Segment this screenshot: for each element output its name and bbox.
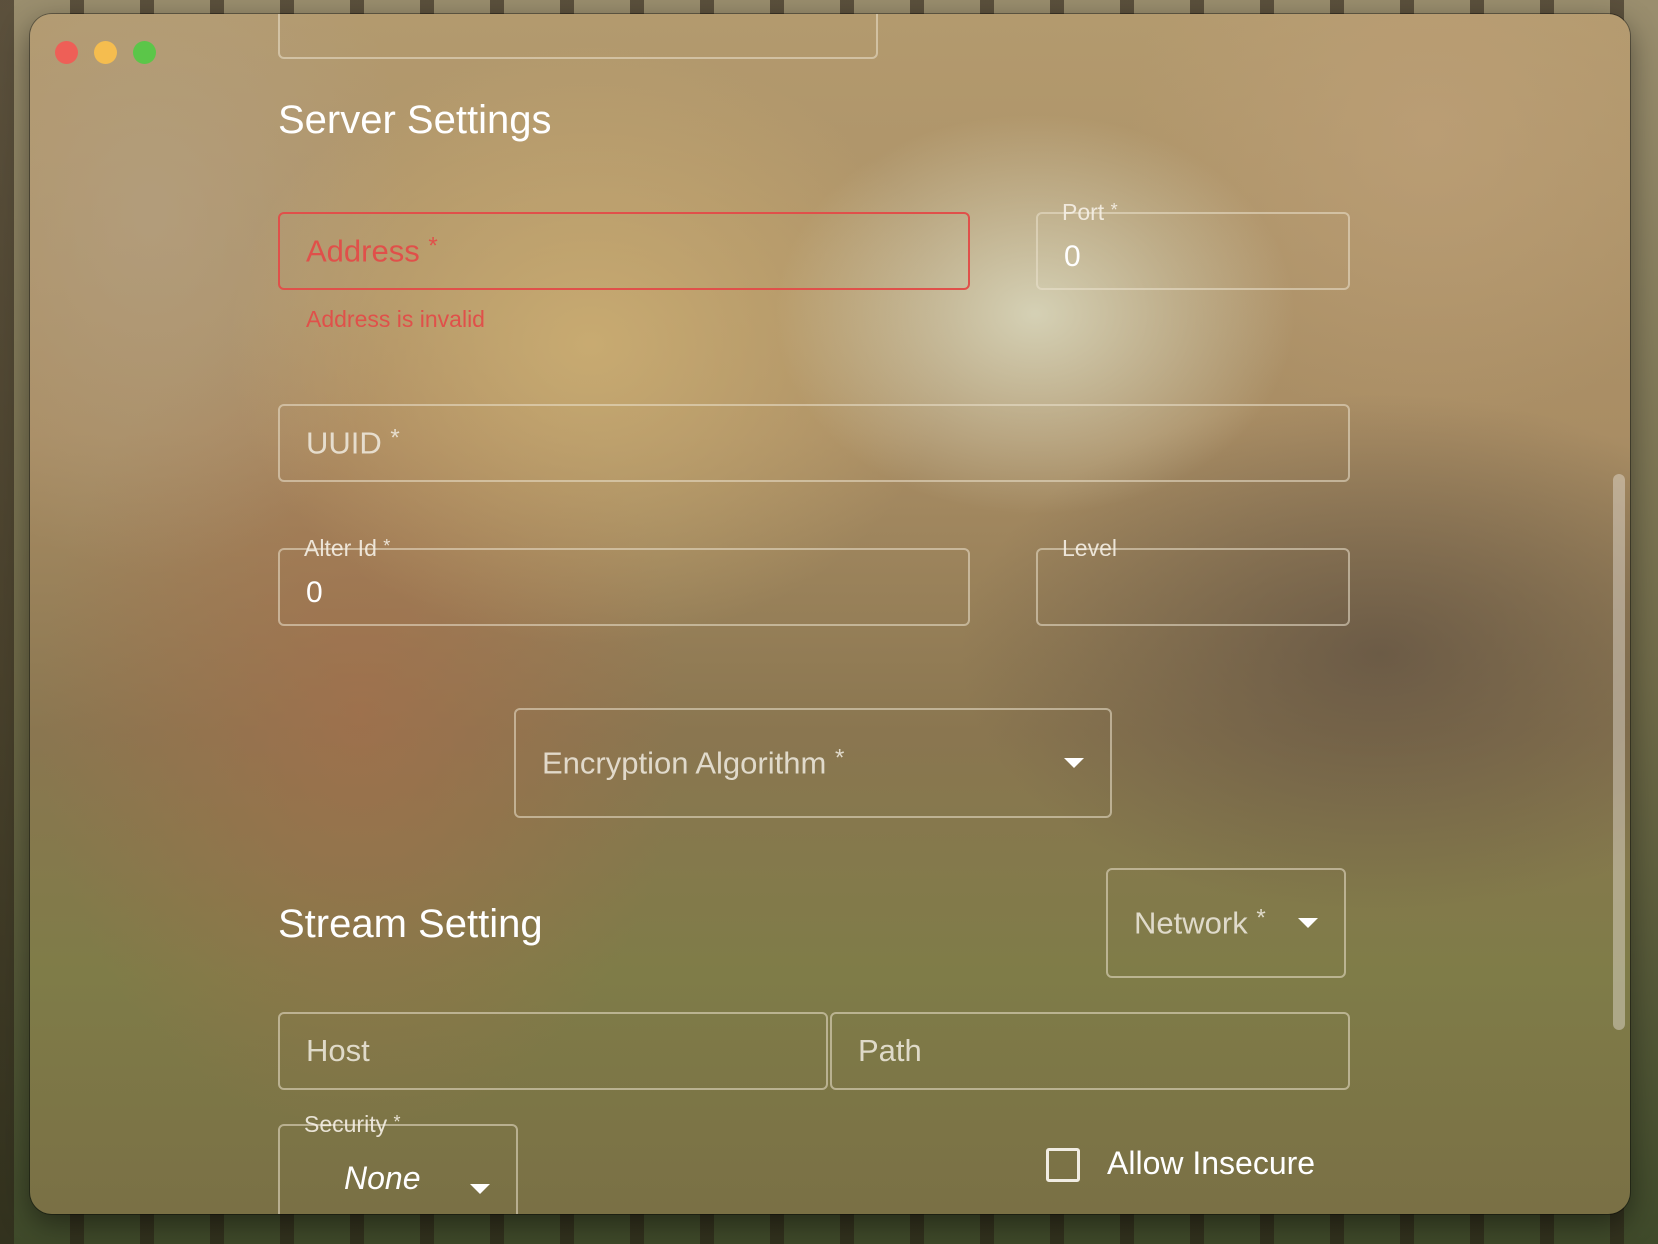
alter-id-label: Alter Id * bbox=[304, 535, 391, 561]
uuid-input[interactable]: UUID * bbox=[278, 404, 1350, 482]
close-window-button[interactable] bbox=[55, 41, 78, 64]
address-placeholder: Address * bbox=[306, 233, 438, 270]
alter-id-input[interactable]: Alter Id * 0 bbox=[278, 535, 970, 626]
address-error-message: Address is invalid bbox=[306, 306, 485, 332]
server-settings-heading: Server Settings bbox=[278, 98, 552, 142]
address-label: Address bbox=[306, 233, 420, 269]
stream-setting-heading: Stream Setting bbox=[278, 902, 543, 946]
allow-insecure-checkbox[interactable] bbox=[1046, 1148, 1080, 1182]
minimize-window-button[interactable] bbox=[94, 41, 117, 64]
chevron-down-icon bbox=[1064, 758, 1084, 768]
path-placeholder: Path bbox=[858, 1033, 922, 1068]
encryption-algorithm-placeholder: Encryption Algorithm * bbox=[542, 745, 844, 782]
host-placeholder: Host bbox=[306, 1033, 370, 1068]
chevron-down-icon bbox=[470, 1184, 490, 1194]
path-input[interactable]: Path bbox=[830, 1012, 1350, 1090]
uuid-label: UUID bbox=[306, 425, 382, 461]
alter-id-value: 0 bbox=[306, 576, 323, 609]
network-select[interactable]: Network * bbox=[1106, 868, 1346, 978]
security-label: Security * bbox=[304, 1111, 401, 1137]
previous-field-partial[interactable] bbox=[278, 14, 878, 59]
vertical-scrollbar[interactable] bbox=[1613, 474, 1625, 1030]
allow-insecure-label[interactable]: Allow Insecure bbox=[1107, 1145, 1315, 1182]
port-value: 0 bbox=[1064, 240, 1081, 273]
network-placeholder: Network * bbox=[1134, 905, 1266, 942]
encryption-algorithm-select[interactable]: Encryption Algorithm * bbox=[514, 708, 1112, 818]
port-label: Port * bbox=[1062, 199, 1118, 225]
security-select[interactable]: Security * None bbox=[278, 1111, 518, 1214]
port-input[interactable]: Port * 0 bbox=[1036, 199, 1350, 290]
uuid-required-mark: * bbox=[390, 424, 400, 452]
address-input[interactable]: Address * bbox=[278, 212, 970, 290]
chevron-down-icon bbox=[1298, 918, 1318, 928]
uuid-placeholder: UUID * bbox=[306, 425, 400, 462]
network-label: Network bbox=[1134, 905, 1248, 941]
app-window: Server Settings Address * Address is inv… bbox=[30, 14, 1630, 1214]
level-input[interactable]: Level bbox=[1036, 535, 1350, 626]
zoom-window-button[interactable] bbox=[133, 41, 156, 64]
network-required-mark: * bbox=[1256, 904, 1266, 932]
level-label: Level bbox=[1062, 535, 1117, 561]
security-value: None bbox=[344, 1160, 421, 1196]
address-required-mark: * bbox=[428, 232, 438, 260]
encryption-required-mark: * bbox=[834, 744, 845, 772]
host-input[interactable]: Host bbox=[278, 1012, 828, 1090]
encryption-algorithm-label: Encryption Algorithm bbox=[542, 745, 827, 781]
